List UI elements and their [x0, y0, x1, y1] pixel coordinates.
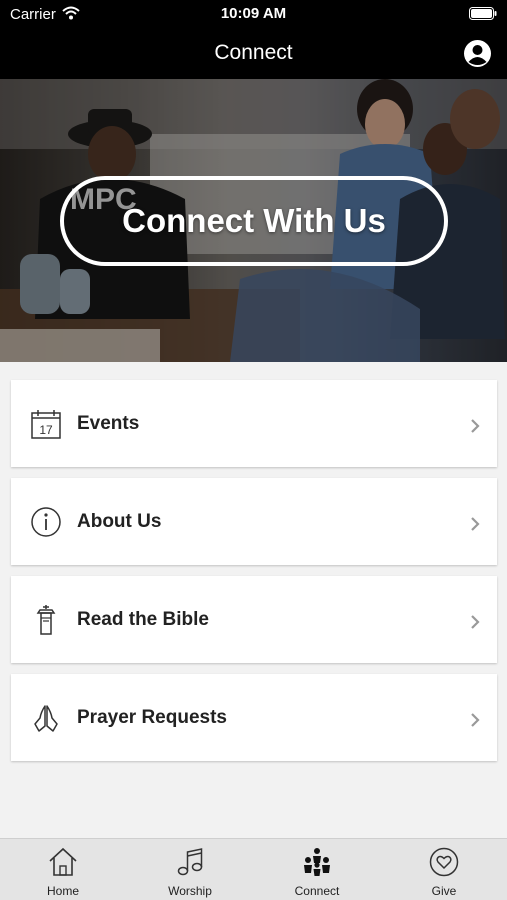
- connect-menu: 17 Events About Us Read the Bible Prayer…: [11, 380, 497, 772]
- home-icon: [49, 847, 77, 876]
- tab-label: Connect: [294, 884, 340, 898]
- menu-item-label: Events: [77, 413, 140, 434]
- music-note-icon: [177, 848, 203, 876]
- chevron-right-icon: [471, 419, 480, 433]
- menu-item-label: Read the Bible: [77, 609, 209, 630]
- svg-text:17: 17: [39, 423, 53, 437]
- connect-with-us-button[interactable]: Connect With Us: [60, 176, 448, 266]
- chevron-right-icon: [471, 713, 480, 727]
- tab-label: Give: [431, 884, 457, 898]
- profile-icon[interactable]: [463, 39, 492, 68]
- tab-worship[interactable]: Worship: [127, 839, 253, 900]
- tab-label: Home: [46, 884, 79, 898]
- navigation-bar: Connect: [0, 28, 507, 79]
- tab-connect[interactable]: Connect: [254, 839, 380, 900]
- status-time: 10:09 AM: [220, 5, 287, 22]
- info-icon: [31, 507, 61, 537]
- menu-item-read-the-bible[interactable]: Read the Bible: [11, 576, 497, 663]
- bible-icon: [36, 605, 56, 635]
- heart-icon: [429, 847, 459, 877]
- menu-item-about-us[interactable]: About Us: [11, 478, 497, 565]
- calendar-icon: 17: [31, 410, 61, 439]
- praying-hands-icon: [34, 705, 58, 732]
- menu-item-label: About Us: [77, 511, 162, 532]
- connect-with-us-label: Connect With Us: [122, 202, 386, 239]
- menu-item-events[interactable]: 17 Events: [11, 380, 497, 467]
- chevron-right-icon: [471, 615, 480, 629]
- tab-bar: Home Worship Connect Give: [0, 838, 507, 900]
- page-title: Connect: [214, 41, 293, 64]
- hero-banner: MPC Connect With Us: [0, 79, 507, 362]
- menu-item-prayer-requests[interactable]: Prayer Requests: [11, 674, 497, 761]
- battery-icon: [469, 7, 497, 20]
- people-icon: [304, 848, 330, 876]
- tab-label: Worship: [168, 884, 212, 898]
- tab-home[interactable]: Home: [0, 839, 126, 900]
- tab-give[interactable]: Give: [381, 839, 507, 900]
- status-bar: Carrier 10:09 AM: [0, 0, 507, 28]
- chevron-right-icon: [471, 517, 480, 531]
- menu-item-label: Prayer Requests: [77, 707, 227, 728]
